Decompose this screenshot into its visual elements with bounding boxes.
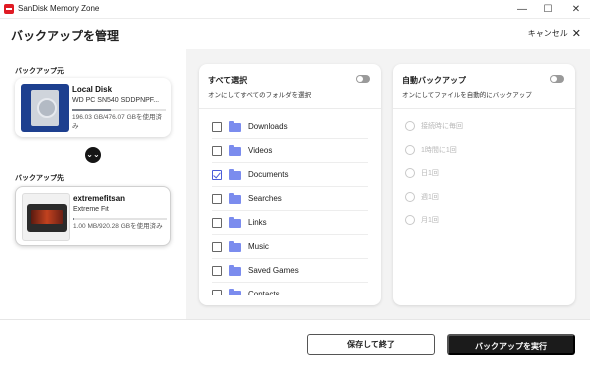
source-disk-model: WD PC SN540 SDDPNPF... — [72, 97, 160, 104]
radio-button[interactable] — [405, 191, 415, 202]
maximize-button[interactable]: ☐ — [534, 0, 562, 19]
folder-checkbox[interactable] — [212, 218, 222, 228]
radio-button[interactable] — [405, 168, 415, 178]
folder-icon — [229, 241, 241, 252]
folder-icon — [229, 217, 241, 228]
folder-label: Searches — [248, 194, 282, 203]
folder-checkbox[interactable] — [212, 194, 222, 204]
destination-disk-name: extremefitsan — [73, 194, 126, 203]
auto-backup-card: 自動バックアップ オンにしてファイルを自動的にバックアップ 接続時に毎回 1時間に… — [393, 64, 575, 305]
folder-label: Downloads — [248, 122, 288, 131]
folder-label: Links — [248, 218, 267, 227]
folder-row[interactable]: Saved Games — [212, 259, 368, 283]
source-disk-card[interactable]: Local Disk WD PC SN540 SDDPNPF... 196.03… — [15, 78, 171, 137]
schedule-option[interactable]: 接続時に毎回 — [405, 115, 555, 138]
folder-checkbox[interactable] — [212, 290, 222, 295]
source-usage-text: 196.03 GB/476.07 GBを使用済み — [72, 114, 162, 130]
title-bar: SanDisk Memory Zone — ☐ ✕ — [0, 0, 590, 19]
cancel-button[interactable]: キャンセル ✕ — [528, 28, 581, 39]
schedule-option-label: 日1回 — [421, 170, 439, 177]
folder-row[interactable]: Links — [212, 211, 368, 235]
minimize-button[interactable]: — — [508, 0, 536, 19]
auto-backup-toggle[interactable] — [550, 75, 564, 83]
folder-row[interactable]: Documents — [212, 163, 368, 187]
folder-icon — [229, 121, 241, 132]
destination-disk-model: Extreme Fit — [73, 206, 109, 213]
save-and-exit-button[interactable]: 保存して終了 — [307, 334, 435, 355]
folder-row[interactable]: Contacts — [212, 283, 368, 295]
auto-backup-subtitle: オンにしてファイルを自動的にバックアップ — [402, 92, 532, 99]
schedule-option[interactable]: 月1回 — [405, 209, 555, 232]
folder-label: Videos — [248, 146, 273, 155]
destination-label: バックアップ先 — [15, 175, 64, 182]
double-chevron-down-icon: ⌄⌄ — [85, 147, 101, 163]
folder-row[interactable]: Downloads — [212, 115, 368, 139]
schedule-option-label: 週1回 — [421, 193, 439, 201]
sandisk-logo-icon — [4, 4, 14, 14]
folder-label: Contacts — [248, 290, 280, 295]
folder-row[interactable]: Videos — [212, 139, 368, 163]
schedule-option-label: 1時間に1回 — [421, 146, 457, 154]
folder-icon — [229, 289, 241, 295]
cancel-label: キャンセル — [527, 29, 568, 38]
select-all-title: すべて選択 — [208, 76, 248, 85]
schedule-option-label: 接続時に毎回 — [421, 123, 463, 130]
footer: 保存して終了 バックアップを実行 — [0, 319, 590, 369]
close-icon: ✕ — [571, 27, 581, 40]
destination-disk-card[interactable]: extremefitsan Extreme Fit 1.00 MB/920.28… — [15, 186, 171, 246]
window-title: SanDisk Memory Zone — [18, 4, 100, 13]
radio-button[interactable] — [405, 121, 415, 131]
select-all-toggle[interactable] — [356, 75, 370, 83]
source-usage-bar — [72, 109, 166, 111]
destination-usage-fill — [73, 218, 74, 220]
folder-icon — [229, 265, 241, 276]
folder-checkbox[interactable] — [212, 266, 222, 276]
run-backup-button[interactable]: バックアップを実行 — [447, 334, 575, 355]
folder-select-card: すべて選択 オンにしてすべてのフォルダを選択 Downloads Videos Do… — [199, 64, 381, 305]
folder-icon — [229, 193, 241, 204]
source-label: バックアップ元 — [15, 68, 64, 75]
folder-checkbox[interactable] — [212, 146, 222, 156]
folder-checkbox[interactable] — [212, 242, 222, 252]
radio-button[interactable] — [405, 144, 415, 155]
schedule-option[interactable]: 週1回 — [405, 186, 555, 209]
folder-row[interactable]: Music — [212, 235, 368, 259]
options-area: すべて選択 オンにしてすべてのフォルダを選択 Downloads Videos Do… — [186, 49, 590, 319]
source-usage-fill — [72, 109, 111, 111]
folder-label: Saved Games — [248, 266, 299, 275]
folder-checkbox[interactable] — [212, 122, 222, 132]
folder-row[interactable]: Searches — [212, 187, 368, 211]
schedule-option[interactable]: 日1回 — [405, 162, 555, 185]
window-close-button[interactable]: ✕ — [562, 0, 590, 19]
hdd-icon — [21, 84, 69, 132]
folder-list[interactable]: Downloads Videos Documents Searches Links Mus… — [199, 109, 381, 295]
folder-label: Documents — [248, 170, 289, 179]
source-disk-name: Local Disk — [72, 85, 113, 94]
schedule-option-label: 月1回 — [421, 217, 439, 224]
page-title: バックアップを管理 — [11, 29, 120, 43]
folder-checkbox[interactable] — [212, 170, 222, 180]
folder-icon — [229, 169, 241, 180]
page-header: バックアップを管理 キャンセル ✕ — [0, 19, 590, 49]
folder-icon — [229, 145, 241, 156]
drive-panel: バックアップ元 Local Disk WD PC SN540 SDDPNPF..… — [0, 49, 186, 319]
schedule-option[interactable]: 1時間に1回 — [405, 139, 555, 162]
radio-button[interactable] — [405, 215, 415, 225]
select-all-subtitle: オンにしてすべてのフォルダを選択 — [208, 92, 312, 99]
divider — [393, 108, 575, 109]
destination-usage-text: 1.00 MB/920.28 GBを使用済み — [73, 223, 163, 230]
destination-usage-bar — [73, 218, 167, 220]
ssd-icon — [22, 193, 70, 241]
auto-backup-title: 自動バックアップ — [402, 76, 466, 85]
folder-label: Music — [248, 242, 269, 251]
